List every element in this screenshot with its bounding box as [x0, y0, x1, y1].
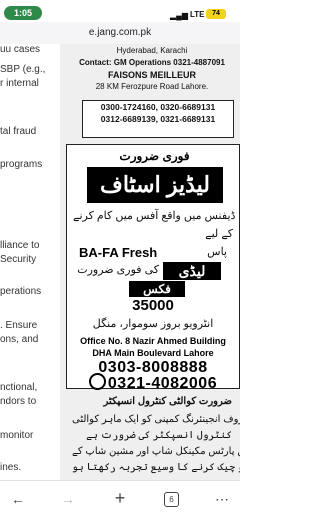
left-line: perations: [0, 286, 42, 297]
more-menu-icon[interactable]: ⋯: [212, 491, 232, 508]
ad-faisons: Hyderabad, Karachi Contact: GM Operation…: [66, 44, 238, 144]
ad-text-line: کمپونینٹس کو چیک کرنے کا وسیع تجربہ رکھت…: [72, 462, 240, 473]
ad-phone-2-row: 0321-4082006: [67, 373, 239, 393]
ad-text-line: ڈیفنس میں واقع آفس میں کام کرنے: [73, 210, 236, 222]
address-bar[interactable]: e.jang.com.pk: [0, 22, 240, 45]
status-bar: 1:05 ▂▄▆ LTE 74: [0, 0, 240, 22]
ad-city: Hyderabad, Karachi: [116, 46, 188, 55]
ad-text-line: کی فوری ضرورت: [77, 264, 159, 276]
left-line: SBP (e.g.,: [0, 64, 46, 75]
tab-count-button[interactable]: 6: [164, 492, 179, 507]
ad-text-line: کنٹرول انسپکٹر کی ضرورت ہے: [86, 430, 232, 441]
ad-heading: ضرورت کوالٹی کنٹرول انسپکٹر: [103, 396, 233, 407]
browser-toolbar: ← → + 6 ⋯: [0, 480, 240, 519]
ad-qualification: BA-FA Fresh: [79, 245, 158, 260]
whatsapp-icon: [88, 373, 106, 390]
ad-contact: Contact: GM Operations 0321-4887091: [79, 58, 225, 67]
ad-text-line: پاس: [207, 246, 227, 258]
ad-text-line: ایک معروف انجینئرنگ کمپنی کو ایک ماہر کو…: [72, 414, 240, 425]
ad-company: FAISONS MEILLEUR: [107, 70, 196, 80]
network-label: LTE: [190, 10, 205, 19]
article-left-column: uu cases SBP (e.g., r internal tal fraud…: [0, 44, 60, 480]
ad-phone-2: 0321-4082006: [107, 375, 218, 392]
ad-office-line: Office No. 8 Nazir Ahmed Building: [80, 336, 226, 346]
ad-salary: 35000: [132, 297, 174, 314]
ad-text-line: جو انجن پارٹس مکینکل شاپ اور مشین شاپ کے: [72, 446, 240, 457]
left-line: ndors to: [0, 396, 37, 407]
left-line: Security: [0, 254, 37, 265]
signal-icon: ▂▄▆: [170, 11, 188, 20]
ad-banner: لیڈیز اسٹاف: [87, 167, 223, 203]
left-line: programs: [0, 159, 43, 170]
ad-office-line: DHA Main Boulevard Lahore: [92, 348, 214, 358]
ad-interview: انٹرویو بروز سوموار، منگل: [92, 318, 214, 330]
left-line: lliance to: [0, 240, 40, 251]
ad-phone-block: 0300-1724160, 0320-6689131 0312-6689139,…: [82, 100, 234, 138]
left-line: monitor: [0, 430, 34, 441]
ad-address: 28 KM Ferozpure Road Lahore.: [95, 82, 209, 91]
back-arrow-icon[interactable]: ←: [8, 491, 28, 507]
ad-quality-inspector: ضرورت کوالٹی کنٹرول انسپکٹر ایک معروف ان…: [66, 394, 240, 480]
new-tab-icon[interactable]: +: [110, 488, 130, 509]
left-line: uu cases: [0, 44, 41, 55]
left-line: r internal: [0, 78, 39, 89]
newspaper-image: Hyderabad, Karachi Contact: GM Operation…: [60, 44, 240, 480]
url-text[interactable]: e.jang.com.pk: [0, 27, 240, 38]
ad-fixed-salary: فکس سیلری: [129, 281, 185, 312]
left-line: . Ensure: [0, 320, 38, 331]
time-indicator: 1:05: [4, 6, 42, 20]
left-line: tal fraud: [0, 126, 37, 137]
ad-text-line: کے لیے: [205, 228, 233, 240]
left-line: nctional,: [0, 382, 38, 393]
forward-arrow-icon[interactable]: →: [58, 491, 78, 507]
ad-ladies-staff: فوری ضرورت لیڈیز اسٹاف ڈیفنس میں واقع آف…: [66, 144, 240, 392]
page-content: uu cases SBP (e.g., r internal tal fraud…: [0, 44, 240, 480]
ad-phones-line: 0300-1724160, 0320-6689131: [100, 102, 216, 112]
battery-icon: 74: [206, 9, 226, 19]
ad-ladies-label: لیڈی اسٹاف: [163, 262, 221, 297]
left-line: ines.: [0, 462, 22, 473]
ad-heading: فوری ضرورت: [119, 149, 190, 163]
left-line: ons, and: [0, 334, 39, 345]
ad-phones-line: 0312-6689139, 0321-6689131: [100, 114, 216, 124]
